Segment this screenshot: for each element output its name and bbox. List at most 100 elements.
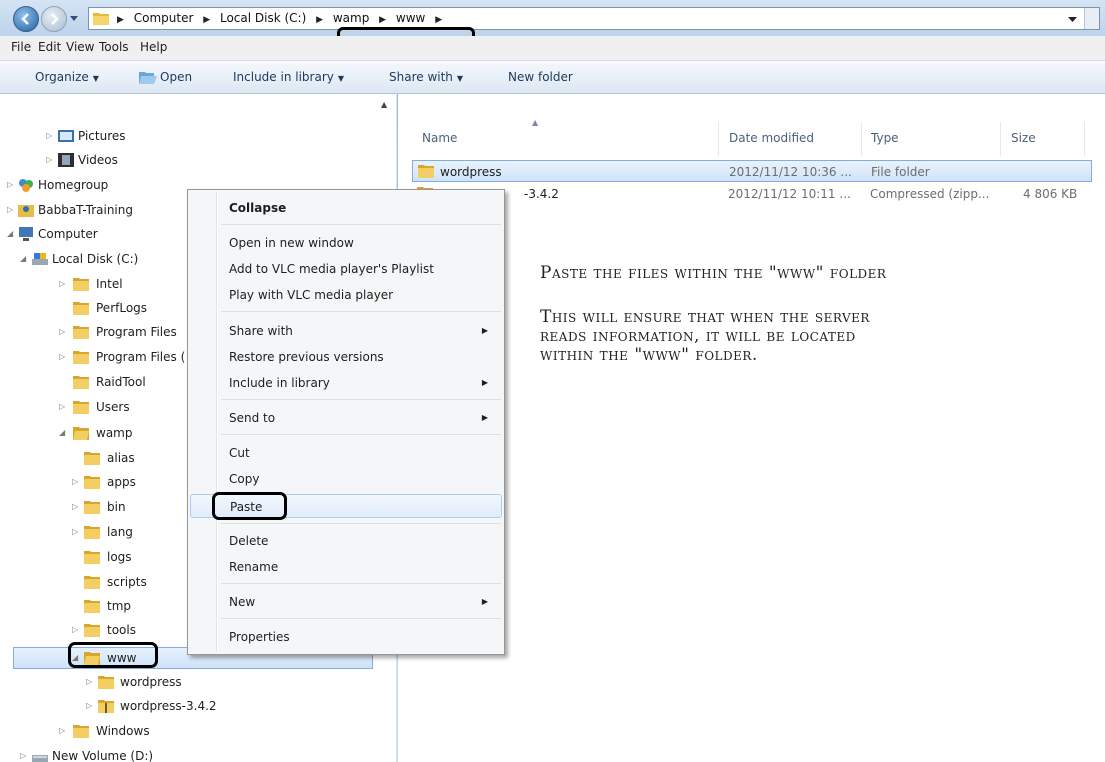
folder-icon [84,624,100,637]
folder-icon [73,302,89,315]
collapse-arrow-icon[interactable]: ◢ [59,421,69,445]
breadcrumb: ▶ Computer ▶ Local Disk (C:) ▶ wamp ▶ ww… [113,8,446,29]
pictures-icon [58,130,74,142]
folder-icon [84,576,100,589]
expand-arrow-icon[interactable]: ▷ [72,618,82,642]
menu-item-properties[interactable]: Properties [190,625,502,649]
expand-arrow-icon[interactable]: ▷ [72,495,82,519]
column-divider[interactable] [1084,122,1085,156]
arrow-left-icon [21,13,29,25]
menu-item-new[interactable]: New ▶ [190,590,502,614]
menu-item-vlc-play[interactable]: Play with VLC media player [190,283,502,307]
back-button[interactable] [13,6,39,32]
tree-label: Pictures [78,129,126,143]
tree-label: Local Disk (C:) [52,252,139,266]
organize-label: Organize [35,70,89,84]
menu-item-cut[interactable]: Cut [190,441,502,465]
drive-icon [32,755,48,762]
menu-item-restore-previous[interactable]: Restore previous versions [190,345,502,369]
address-bar-region: ▶ Computer ▶ Local Disk (C:) ▶ wamp ▶ ww… [0,0,1105,36]
include-in-library-button[interactable]: Include in library ▼ [233,70,344,84]
recent-pages-dropdown-icon[interactable] [70,14,78,22]
annotation-circle-paste [212,492,287,520]
column-divider[interactable] [861,122,862,156]
expand-arrow-icon[interactable]: ▷ [59,345,69,369]
menu-item-rename[interactable]: Rename [190,555,502,579]
column-divider[interactable] [718,122,719,156]
folder-icon [84,452,100,465]
tree-label: lang [107,525,133,539]
column-header-date[interactable]: Date modified [729,131,814,145]
menu-file[interactable]: File [11,40,31,54]
menu-item-send-to[interactable]: Send to ▶ [190,406,502,430]
collapse-arrow-icon[interactable]: ◢ [20,247,30,271]
expand-arrow-icon[interactable]: ▷ [7,173,17,197]
breadcrumb-arrow-icon[interactable]: ▶ [199,10,214,31]
menu-item-delete[interactable]: Delete [190,529,502,553]
breadcrumb-www[interactable]: www [394,8,427,29]
menu-item-vlc-add[interactable]: Add to VLC media player's Playlist [190,257,502,281]
menu-separator [221,399,501,400]
menu-item-copy[interactable]: Copy [190,467,502,491]
chevron-down-icon: ▼ [92,74,99,83]
file-row[interactable]: wordpress 2012/11/12 10:36 ... File fold… [412,160,1092,182]
column-header-type[interactable]: Type [871,131,899,145]
share-label: Share with [389,70,453,84]
file-type: Compressed (zipp... [870,187,990,201]
breadcrumb-arrow-icon[interactable]: ▶ [312,10,327,31]
expand-arrow-icon[interactable]: ▷ [59,320,69,344]
share-with-button[interactable]: Share with ▼ [389,70,463,84]
breadcrumb-local-disk[interactable]: Local Disk (C:) [218,8,308,29]
expand-arrow-icon[interactable]: ▷ [46,124,56,148]
menu-item-include-in-library[interactable]: Include in library ▶ [190,371,502,395]
address-box[interactable]: ▶ Computer ▶ Local Disk (C:) ▶ wamp ▶ ww… [88,7,1100,30]
submenu-arrow-icon: ▶ [481,326,488,335]
expand-arrow-icon[interactable]: ▷ [7,198,17,222]
context-menu: Collapse Open in new window Add to VLC m… [187,189,505,655]
new-folder-button[interactable]: New folder [508,70,573,84]
menu-tools[interactable]: Tools [99,40,129,54]
scroll-up-icon[interactable]: ▲ [381,100,387,109]
sort-arrow-icon: ▲ [532,118,539,127]
expand-arrow-icon[interactable]: ▷ [59,719,69,743]
menu-item-open-new-window[interactable]: Open in new window [190,231,502,255]
tree-label: bin [107,500,126,514]
menu-view[interactable]: View [66,40,94,54]
file-name: -3.4.2 [524,187,559,201]
open-label: Open [160,70,193,84]
breadcrumb-arrow-icon[interactable]: ▶ [113,10,128,31]
expand-arrow-icon[interactable]: ▷ [59,272,69,296]
instruction-note-line: reads information, it will be located [540,326,856,346]
expand-arrow-icon[interactable]: ▷ [72,520,82,544]
menu-item-collapse[interactable]: Collapse [190,196,502,220]
open-button[interactable]: Open [139,70,192,84]
organize-button[interactable]: Organize ▼ [35,70,99,84]
address-dropdown-icon[interactable] [1068,15,1077,24]
tree-label: wamp [96,426,133,440]
submenu-arrow-icon: ▶ [481,378,488,387]
file-row[interactable]: -3.4.2 2012/11/12 10:11 ... Compressed (… [412,183,1092,205]
expand-arrow-icon[interactable]: ▷ [46,148,56,172]
tree-label: alias [107,451,135,465]
menu-help[interactable]: Help [140,40,167,54]
expand-arrow-icon[interactable]: ▷ [59,395,69,419]
tree-label: Computer [38,227,98,241]
forward-button[interactable] [41,6,67,32]
column-divider[interactable] [1000,122,1001,156]
breadcrumb-wamp[interactable]: wamp [331,8,371,29]
expand-arrow-icon[interactable]: ▷ [72,470,82,494]
expand-arrow-icon[interactable]: ▷ [20,744,30,762]
expand-arrow-icon[interactable]: ▷ [86,694,96,718]
column-header-size[interactable]: Size [1011,131,1036,145]
column-header-name[interactable]: Name [422,131,457,145]
expand-arrow-icon[interactable]: ▷ [86,670,96,694]
menu-item-label: Send to [229,411,276,425]
refresh-button[interactable] [1084,8,1099,29]
tree-label: Program Files [96,325,177,339]
collapse-arrow-icon[interactable]: ◢ [7,222,17,246]
menu-edit[interactable]: Edit [38,40,61,54]
folder-icon [73,401,89,414]
breadcrumb-computer[interactable]: Computer [132,8,196,29]
menu-item-share-with[interactable]: Share with ▶ [190,319,502,343]
open-folder-icon [73,427,89,440]
